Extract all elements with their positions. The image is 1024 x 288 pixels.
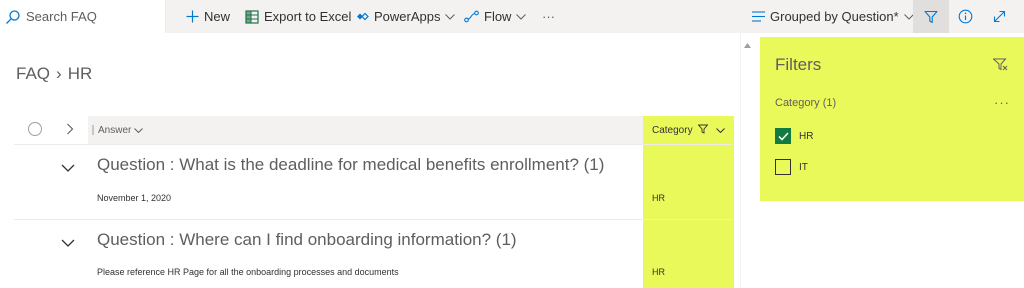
- powerapps-menu[interactable]: PowerApps: [356, 0, 456, 33]
- collapse-chevron-icon[interactable]: [61, 159, 75, 177]
- chevron-down-icon: [516, 13, 527, 20]
- group-header[interactable]: Question : Where can I find onboarding i…: [0, 220, 740, 260]
- chevron-down-icon: [134, 127, 144, 133]
- breadcrumb-site[interactable]: FAQ: [16, 64, 50, 84]
- answer-cell: November 1, 2020: [97, 193, 172, 203]
- filter-option-hr[interactable]: HR: [775, 128, 813, 144]
- expand-all-chevron-icon[interactable]: [66, 122, 74, 140]
- view-selector[interactable]: Grouped by Question*: [752, 0, 914, 33]
- new-button[interactable]: New: [186, 0, 230, 33]
- search-input[interactable]: Search FAQ: [26, 9, 97, 24]
- flow-label: Flow: [484, 9, 512, 24]
- group-title: Question : What is the deadline for medi…: [97, 155, 605, 174]
- answer-column-label: Answer: [98, 124, 132, 136]
- category-column-label: Category: [652, 124, 693, 136]
- filters-pane: Filters Category (1) ··· HR IT: [760, 37, 1024, 201]
- vertical-scrollbar[interactable]: [740, 33, 755, 288]
- view-label: Grouped by Question*: [770, 9, 899, 24]
- filters-title: Filters: [775, 55, 822, 74]
- export-to-excel-button[interactable]: Export to Excel: [245, 0, 351, 33]
- info-button[interactable]: [958, 0, 973, 33]
- search-box[interactable]: Search FAQ: [0, 0, 166, 33]
- answer-cell: Please reference HR Page for all the onb…: [97, 267, 399, 277]
- category-filter-more-button[interactable]: ···: [994, 95, 1010, 110]
- flow-icon: [464, 10, 479, 23]
- breadcrumb: FAQ › HR: [16, 64, 92, 84]
- chevron-down-icon: [445, 13, 456, 20]
- breadcrumb-separator: ›: [56, 64, 62, 83]
- category-cell: HR: [652, 267, 665, 277]
- info-icon: [958, 9, 973, 24]
- hr-checkbox[interactable]: [775, 128, 791, 144]
- breadcrumb-list[interactable]: HR: [68, 64, 93, 84]
- expand-icon: [993, 10, 1006, 23]
- answer-column-header[interactable]: Answer: [88, 116, 643, 144]
- category-column-header[interactable]: Category: [643, 116, 734, 144]
- new-label: New: [204, 9, 231, 24]
- column-resize-handle[interactable]: [92, 125, 94, 135]
- list-view-icon: [752, 11, 765, 22]
- export-label: Export to Excel: [264, 9, 352, 24]
- filter-pane-button[interactable]: [913, 0, 949, 33]
- filter-option-label: IT: [799, 161, 808, 173]
- filter-option-label: HR: [799, 130, 814, 142]
- chevron-down-icon: [711, 127, 725, 133]
- collapse-chevron-icon[interactable]: [61, 234, 75, 252]
- group-title: Question : Where can I find onboarding i…: [97, 230, 517, 249]
- plus-icon: [186, 10, 199, 23]
- fullscreen-button[interactable]: [993, 0, 1006, 33]
- filter-icon: [924, 10, 938, 24]
- flow-menu[interactable]: Flow: [464, 0, 527, 33]
- list-header: Answer Category: [0, 116, 740, 144]
- command-bar: Search FAQ New Export to Excel PowerApps…: [0, 0, 1024, 33]
- more-commands-button[interactable]: ···: [542, 0, 555, 33]
- category-filter-label: Category (1): [775, 97, 837, 109]
- filter-icon: [693, 124, 709, 137]
- list-item[interactable]: Please reference HR Page for all the onb…: [0, 258, 740, 288]
- group-header[interactable]: Question : What is the deadline for medi…: [0, 145, 740, 185]
- category-cell: HR: [652, 193, 665, 203]
- select-all-checkbox[interactable]: [28, 122, 42, 136]
- powerapps-label: PowerApps: [374, 9, 441, 24]
- filter-option-it[interactable]: IT: [775, 159, 808, 175]
- scroll-up-arrow-icon[interactable]: [744, 35, 751, 53]
- it-checkbox[interactable]: [775, 159, 791, 175]
- excel-icon: [245, 9, 259, 24]
- search-icon: [5, 9, 21, 25]
- clear-filters-icon[interactable]: [992, 58, 1008, 76]
- list-item[interactable]: November 1, 2020 HR: [0, 184, 740, 214]
- powerapps-icon: [356, 10, 369, 23]
